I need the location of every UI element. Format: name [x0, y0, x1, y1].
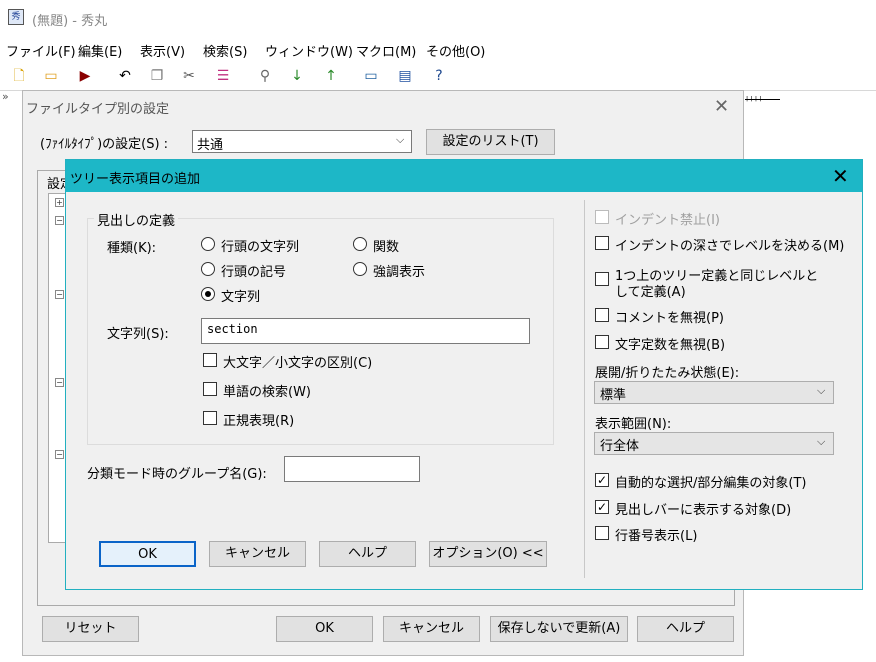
collapse-icon[interactable]: −: [55, 378, 64, 387]
settings-list-button[interactable]: 設定のリスト(T): [426, 129, 555, 155]
search-down-icon[interactable]: ↓: [288, 67, 306, 85]
search-up-icon[interactable]: ↑: [322, 67, 340, 85]
menu-macro[interactable]: マクロ(M): [356, 41, 416, 60]
menu-edit[interactable]: 編集(E): [78, 41, 122, 60]
reset-button[interactable]: リセット: [42, 616, 139, 642]
filetype-value: 共通: [197, 138, 224, 153]
outer-ok-button[interactable]: OK: [276, 616, 373, 642]
auto-select-label[interactable]: 自動的な選択/部分編集の対象(T): [615, 472, 806, 491]
cut-icon[interactable]: ✂: [180, 67, 198, 85]
search-icon[interactable]: ⚲: [256, 67, 274, 85]
copy-icon[interactable]: ❐: [148, 67, 166, 85]
display-range-label: 表示範囲(N):: [595, 417, 672, 432]
expand-state-select[interactable]: [594, 381, 834, 404]
undo-icon[interactable]: ↶: [116, 67, 134, 85]
heading-bar-checkbox[interactable]: ✓: [595, 500, 609, 514]
menu-other[interactable]: その他(O): [426, 41, 485, 60]
radio-highlight[interactable]: [353, 262, 367, 276]
expand-state-label: 展開/折りたたみ状態(E):: [595, 366, 740, 381]
heading-definition-label: 見出しの定義: [94, 210, 179, 229]
kind-label: 種類(K):: [107, 241, 157, 256]
indent-depth-level-checkbox[interactable]: [595, 236, 609, 250]
close-icon[interactable]: ✕: [832, 164, 849, 188]
expand-state-value: 標準: [600, 388, 627, 403]
save-icon[interactable]: ▶: [76, 67, 94, 85]
radio-highlight-label[interactable]: 強調表示: [373, 261, 425, 280]
update-without-save-button[interactable]: 保存しないで更新(A): [490, 616, 628, 642]
collapse-icon[interactable]: −: [55, 290, 64, 299]
app-icon[interactable]: 秀: [8, 9, 24, 25]
settings-tree[interactable]: [48, 193, 66, 543]
line-number-checkbox[interactable]: [595, 526, 609, 540]
menu-window[interactable]: ウィンドウ(W): [265, 41, 353, 60]
split-window-icon[interactable]: ▤: [396, 67, 414, 85]
collapse-icon[interactable]: −: [55, 216, 64, 225]
options-button[interactable]: オプション(O) <<: [429, 541, 547, 567]
filetype-dialog-title: ファイルタイプ別の設定: [26, 102, 170, 117]
line-number-label[interactable]: 行番号表示(L): [615, 525, 697, 544]
paste-icon[interactable]: ☰: [214, 67, 232, 85]
same-level-checkbox[interactable]: [595, 272, 609, 286]
radio-string-label[interactable]: 文字列: [221, 286, 260, 305]
string-input[interactable]: section: [201, 318, 530, 344]
radio-line-head-string-label[interactable]: 行頭の文字列: [221, 236, 299, 255]
open-folder-icon[interactable]: ▭: [42, 67, 60, 85]
heading-bar-label[interactable]: 見出しバーに表示する対象(D): [615, 499, 791, 518]
ignore-string-literal-checkbox[interactable]: [595, 335, 609, 349]
radio-function[interactable]: [353, 237, 367, 251]
group-name-input[interactable]: [284, 456, 420, 482]
radio-line-head-symbol[interactable]: [201, 262, 215, 276]
ruler-line: [745, 99, 780, 100]
auto-select-checkbox[interactable]: ✓: [595, 473, 609, 487]
regex-checkbox[interactable]: [203, 411, 217, 425]
filetype-select[interactable]: [192, 130, 412, 153]
menu-view[interactable]: 表示(V): [140, 41, 185, 60]
help-icon[interactable]: ?: [430, 67, 448, 85]
menu-file[interactable]: ファイル(F): [6, 41, 76, 60]
case-sensitive-label[interactable]: 大文字／小文字の区別(C): [223, 352, 372, 371]
chevron-down-icon[interactable]: ⌵: [817, 435, 825, 449]
chevron-down-icon[interactable]: ⌵: [817, 384, 825, 398]
ignore-string-literal-label[interactable]: 文字定数を無視(B): [615, 334, 725, 353]
cancel-button[interactable]: キャンセル: [209, 541, 306, 567]
string-label: 文字列(S):: [107, 327, 169, 342]
outer-help-button[interactable]: ヘルプ: [637, 616, 734, 642]
add-tree-item-title: ツリー表示項目の追加: [70, 172, 201, 187]
display-range-value: 行全体: [600, 439, 640, 454]
expand-icon[interactable]: +: [55, 198, 64, 207]
radio-string[interactable]: [201, 287, 215, 301]
radio-line-head-symbol-label[interactable]: 行頭の記号: [221, 261, 286, 280]
ignore-comment-checkbox[interactable]: [595, 308, 609, 322]
collapse-icon[interactable]: −: [55, 450, 64, 459]
close-icon[interactable]: ✕: [714, 96, 729, 117]
outer-cancel-button[interactable]: キャンセル: [383, 616, 480, 642]
radio-function-label[interactable]: 関数: [373, 236, 399, 255]
vertical-divider: [584, 200, 585, 578]
indent-depth-level-label[interactable]: インデントの深さでレベルを決める(M): [615, 235, 844, 254]
ignore-comment-label[interactable]: コメントを無視(P): [615, 307, 724, 326]
same-level-label-line2[interactable]: して定義(A): [615, 281, 686, 300]
help-button[interactable]: ヘルプ: [319, 541, 416, 567]
word-search-checkbox[interactable]: [203, 382, 217, 396]
group-name-label: 分類モード時のグループ名(G):: [87, 467, 267, 482]
word-search-label[interactable]: 単語の検索(W): [223, 381, 311, 400]
menu-search[interactable]: 検索(S): [203, 41, 247, 60]
filetype-label: (ﾌｧｲﾙﾀｲﾌﾟ)の設定(S) :: [40, 137, 169, 152]
radio-line-head-string[interactable]: [201, 237, 215, 251]
window-icon[interactable]: ▭: [362, 67, 380, 85]
no-indent-label[interactable]: インデント禁止(I): [615, 209, 720, 228]
window-titlebar: [0, 0, 876, 36]
window-title: (無題) - 秀丸: [32, 14, 108, 29]
new-file-icon[interactable]: 🗋: [10, 67, 28, 85]
overflow-chevron-icon[interactable]: »: [2, 90, 9, 103]
regex-label[interactable]: 正規表現(R): [223, 410, 294, 429]
case-sensitive-checkbox[interactable]: [203, 353, 217, 367]
chevron-down-icon[interactable]: ⌵: [396, 133, 404, 147]
no-indent-checkbox[interactable]: [595, 210, 609, 224]
ok-button[interactable]: OK: [99, 541, 196, 567]
